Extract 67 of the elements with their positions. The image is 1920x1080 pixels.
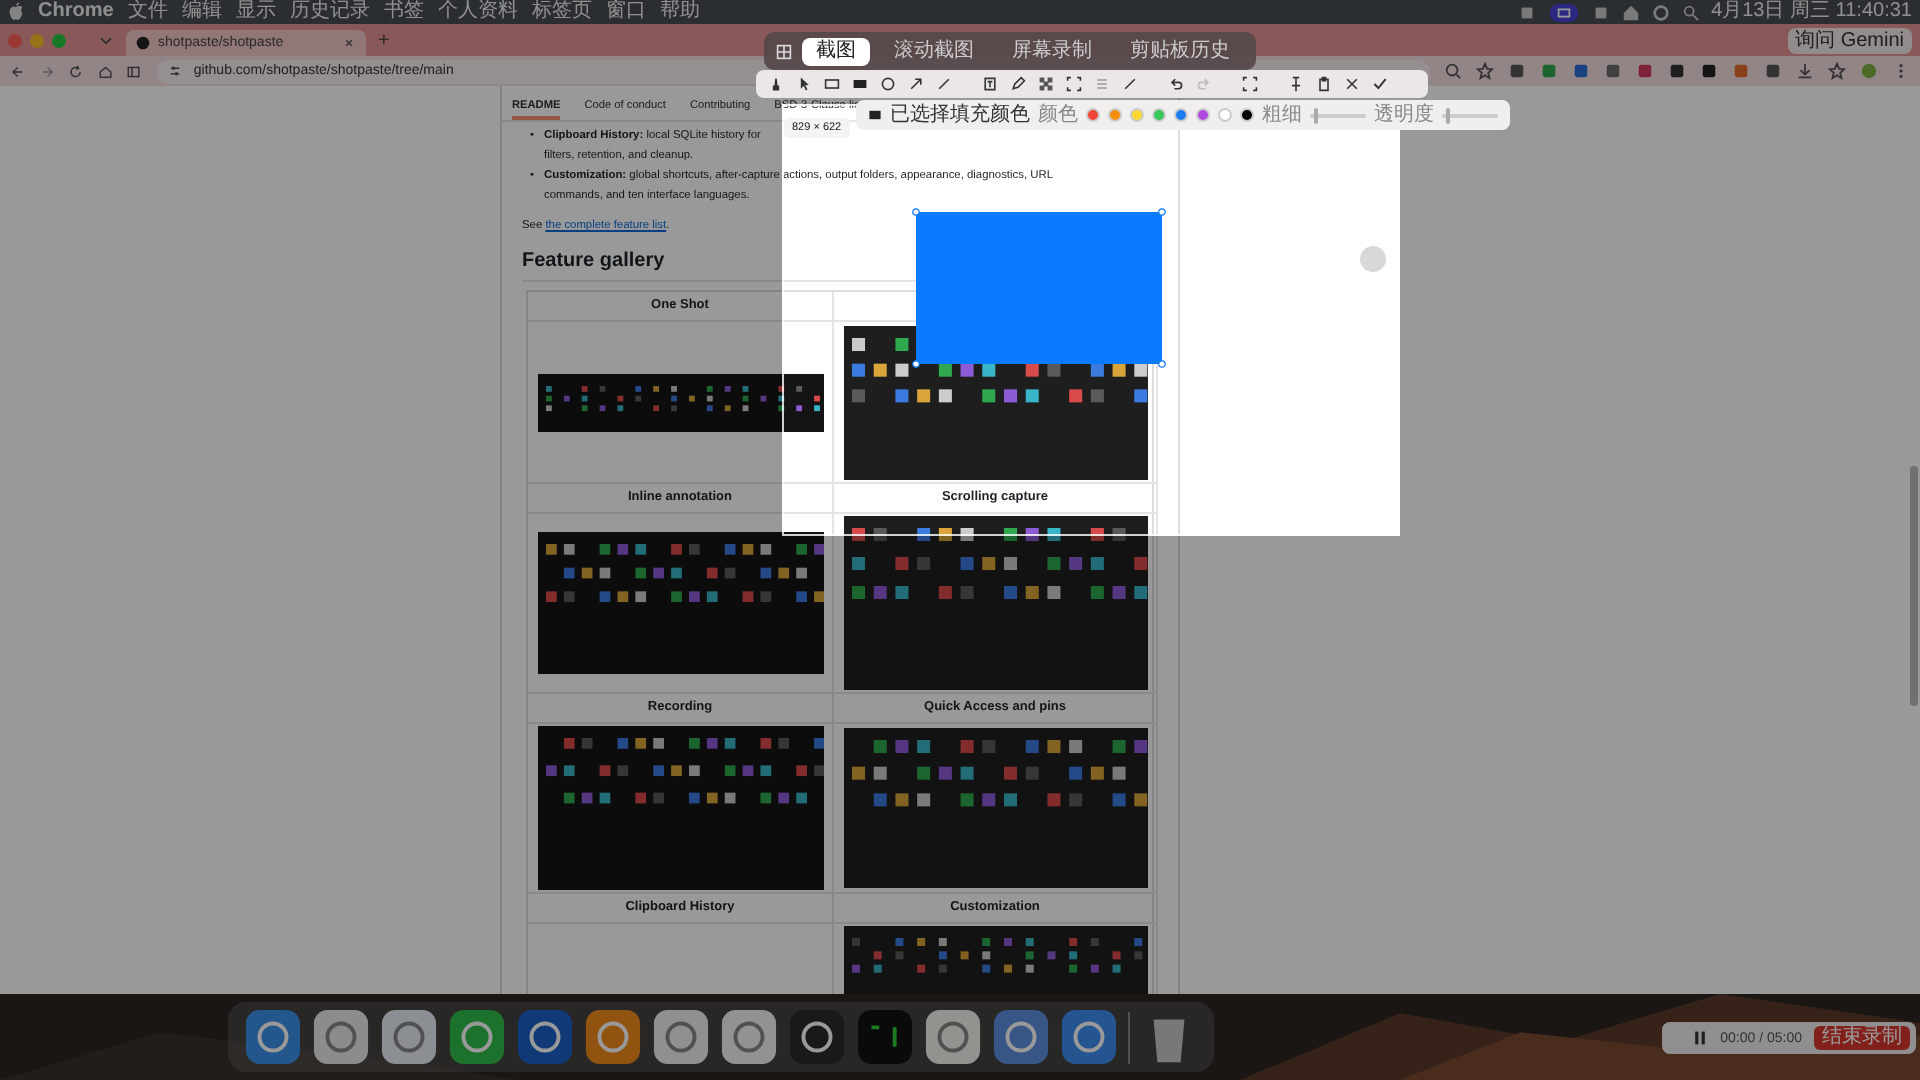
menu-item[interactable]: 个人资料: [437, 0, 518, 24]
color-swatch[interactable]: [1086, 108, 1100, 122]
opacity-label: 透明度: [1374, 103, 1434, 127]
pencil-icon[interactable]: [1122, 76, 1138, 92]
screen-icon[interactable]: [1547, 3, 1580, 21]
mode-tab[interactable]: 滚动截图: [880, 37, 988, 65]
mode-tab[interactable]: 截图: [802, 37, 870, 65]
select-icon[interactable]: [1242, 76, 1258, 92]
fill-label: 已选择填充颜色: [890, 103, 1030, 127]
rectangle-icon[interactable]: [824, 76, 840, 92]
site-info-icon[interactable]: [167, 64, 182, 78]
color-swatch[interactable]: [1174, 108, 1188, 122]
menu-item[interactable]: 显示: [235, 0, 276, 24]
menu-item[interactable]: 帮助: [659, 0, 700, 24]
menu-clock[interactable]: 4月13日 周三 11:40:31: [1711, 0, 1912, 24]
line-icon[interactable]: [936, 76, 952, 92]
color-swatch[interactable]: [1152, 108, 1166, 122]
marker-icon[interactable]: [768, 76, 784, 92]
zoom-icon[interactable]: [1444, 62, 1462, 80]
forward-icon[interactable]: [39, 63, 55, 79]
color-swatch[interactable]: [1240, 108, 1254, 122]
width-label: 粗细: [1262, 103, 1302, 127]
copy-icon[interactable]: [1316, 76, 1332, 92]
filled-rectangle-icon[interactable]: [852, 76, 868, 92]
menu-item[interactable]: Chrome: [38, 0, 114, 24]
new-tab-button[interactable]: +: [378, 29, 390, 51]
text-icon[interactable]: [982, 76, 998, 92]
mode-tab[interactable]: 剪贴板历史: [1116, 37, 1244, 65]
status-icon[interactable]: [1517, 3, 1536, 21]
color-swatch[interactable]: [1130, 108, 1144, 122]
color-swatch[interactable]: [1196, 108, 1210, 122]
crop-icon[interactable]: [1066, 76, 1082, 92]
menu-item[interactable]: 历史记录: [289, 0, 370, 24]
close-icon[interactable]: [1344, 76, 1360, 92]
home-icon[interactable]: [97, 63, 113, 79]
back-icon[interactable]: [10, 63, 26, 79]
mode-tab[interactable]: 屏幕录制: [998, 37, 1106, 65]
menu-item[interactable]: 标签页: [531, 0, 592, 24]
menu-item[interactable]: 书签: [383, 0, 424, 24]
drawn-rectangle[interactable]: [912, 208, 1166, 368]
fill-icon[interactable]: [868, 108, 882, 122]
check-icon[interactable]: [1372, 76, 1388, 92]
color-swatch[interactable]: [1218, 108, 1232, 122]
reload-icon[interactable]: [68, 63, 84, 79]
pointer-icon[interactable]: [796, 76, 812, 92]
download-icon[interactable]: [1796, 62, 1814, 80]
bookmark-icon[interactable]: [1828, 62, 1846, 80]
apple-icon[interactable]: [8, 2, 24, 22]
sidebar-icon[interactable]: [126, 63, 142, 79]
circle-icon[interactable]: [880, 76, 896, 92]
color-label: 颜色: [1038, 103, 1078, 127]
pen-icon[interactable]: [1010, 76, 1026, 92]
sync-icon[interactable]: [1651, 3, 1670, 21]
mosaic-icon[interactable]: [1038, 76, 1054, 92]
star-icon[interactable]: [1476, 62, 1494, 80]
gemini-button[interactable]: 询问 Gemini: [1787, 27, 1912, 53]
pause-icon[interactable]: [1692, 1030, 1709, 1046]
menu-item[interactable]: 编辑: [181, 0, 222, 24]
color-swatch[interactable]: [1108, 108, 1122, 122]
arrow-icon[interactable]: [908, 76, 924, 92]
undo-icon[interactable]: [1168, 76, 1184, 92]
stop-recording-button[interactable]: 结束录制: [1814, 1026, 1910, 1050]
slider-thumb[interactable]: [1313, 107, 1318, 123]
search-icon[interactable]: [1681, 3, 1700, 21]
chevron-icon[interactable]: [98, 32, 114, 48]
scrollbar[interactable]: [1910, 466, 1918, 706]
slider-thumb[interactable]: [1445, 107, 1450, 123]
